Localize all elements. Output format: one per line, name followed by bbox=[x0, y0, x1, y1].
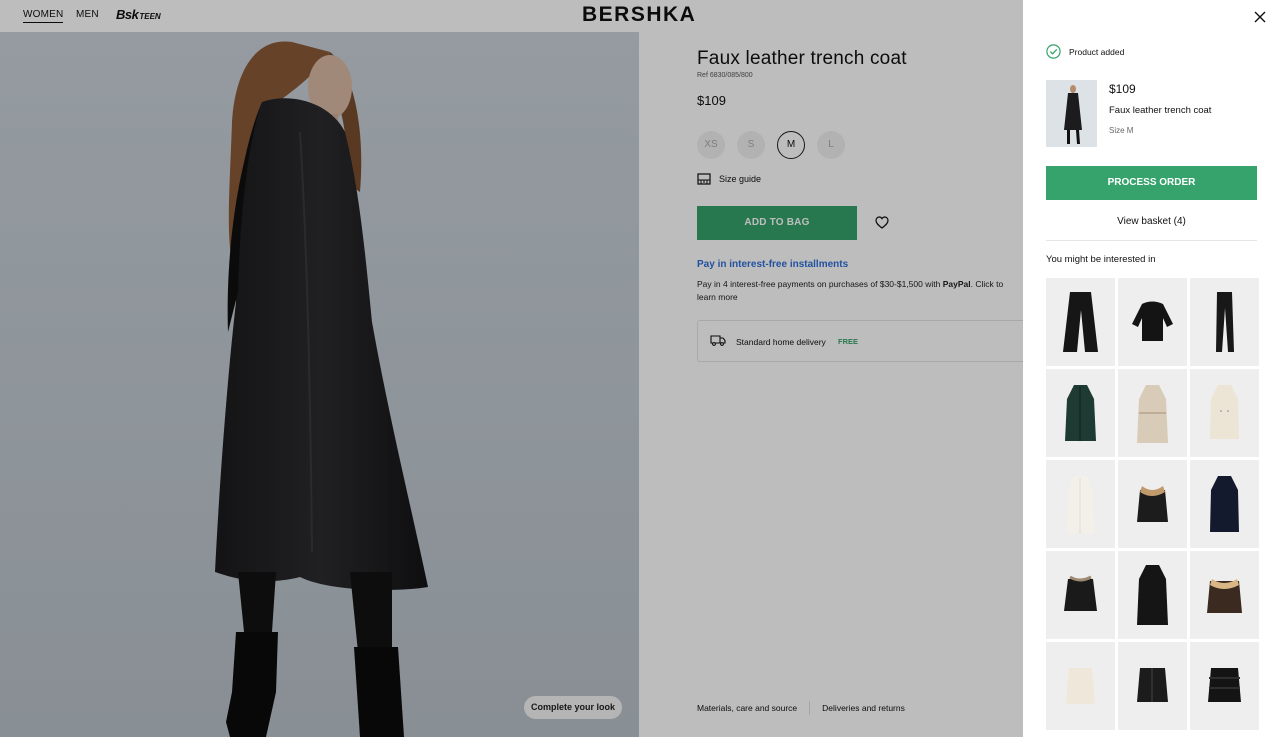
added-product-size: Size M bbox=[1109, 126, 1134, 135]
beige-trench-coat-icon bbox=[1137, 385, 1168, 443]
added-product-name: Faux leather trench coat bbox=[1109, 105, 1212, 116]
overlay-backdrop[interactable] bbox=[0, 0, 1023, 737]
recommendation-tile[interactable] bbox=[1118, 460, 1187, 548]
recommendation-tile[interactable] bbox=[1046, 551, 1115, 639]
recommendation-tile[interactable] bbox=[1046, 460, 1115, 548]
navy-long-coat-icon bbox=[1210, 476, 1239, 532]
recommendation-tile[interactable] bbox=[1118, 551, 1187, 639]
recommendation-tile[interactable] bbox=[1190, 278, 1259, 366]
brown-aviator-jacket-icon bbox=[1207, 579, 1242, 613]
recommendation-tile[interactable] bbox=[1190, 369, 1259, 457]
close-icon[interactable] bbox=[1254, 11, 1266, 23]
green-patent-coat-icon bbox=[1065, 385, 1096, 441]
trench-coat-thumbnail-icon bbox=[1046, 80, 1097, 147]
black-long-coat-icon bbox=[1137, 565, 1168, 625]
black-sweater-icon bbox=[1132, 301, 1173, 341]
product-added-label: Product added bbox=[1069, 46, 1125, 57]
process-order-button[interactable]: PROCESS ORDER bbox=[1046, 166, 1257, 200]
recommendation-tile[interactable] bbox=[1046, 278, 1115, 366]
cream-double-breasted-coat-icon bbox=[1210, 385, 1239, 439]
added-product-price: $109 bbox=[1109, 82, 1136, 96]
recommendation-tile[interactable] bbox=[1190, 460, 1259, 548]
recommendations-heading: You might be interested in bbox=[1046, 254, 1156, 265]
product-added-notice: Product added bbox=[1046, 44, 1124, 59]
recommendation-tile[interactable] bbox=[1118, 642, 1187, 730]
shearling-collar-jacket-icon bbox=[1137, 486, 1168, 522]
white-long-coat-icon bbox=[1067, 476, 1094, 534]
recommendation-tile[interactable] bbox=[1046, 369, 1115, 457]
view-basket-link[interactable]: View basket (4) bbox=[1046, 216, 1257, 227]
black-leggings-icon bbox=[1216, 292, 1234, 352]
black-puffer-jacket-icon bbox=[1208, 668, 1241, 702]
added-product-thumbnail[interactable] bbox=[1046, 80, 1097, 147]
black-leather-jacket-icon bbox=[1137, 668, 1168, 702]
recommendation-tile[interactable] bbox=[1190, 642, 1259, 730]
wide-black-trousers-icon bbox=[1063, 292, 1098, 352]
black-aviator-jacket-icon bbox=[1064, 575, 1097, 611]
added-to-bag-drawer: Product added $109 Faux leather trench c… bbox=[1023, 0, 1280, 737]
recommendation-tile[interactable] bbox=[1118, 278, 1187, 366]
recommendations-grid bbox=[1046, 278, 1259, 730]
recommendation-tile[interactable] bbox=[1118, 369, 1187, 457]
recommendation-tile[interactable] bbox=[1046, 642, 1115, 730]
cream-jacket-icon bbox=[1066, 668, 1095, 704]
divider bbox=[1046, 240, 1257, 241]
check-circle-icon bbox=[1046, 44, 1061, 59]
recommendation-tile[interactable] bbox=[1190, 551, 1259, 639]
